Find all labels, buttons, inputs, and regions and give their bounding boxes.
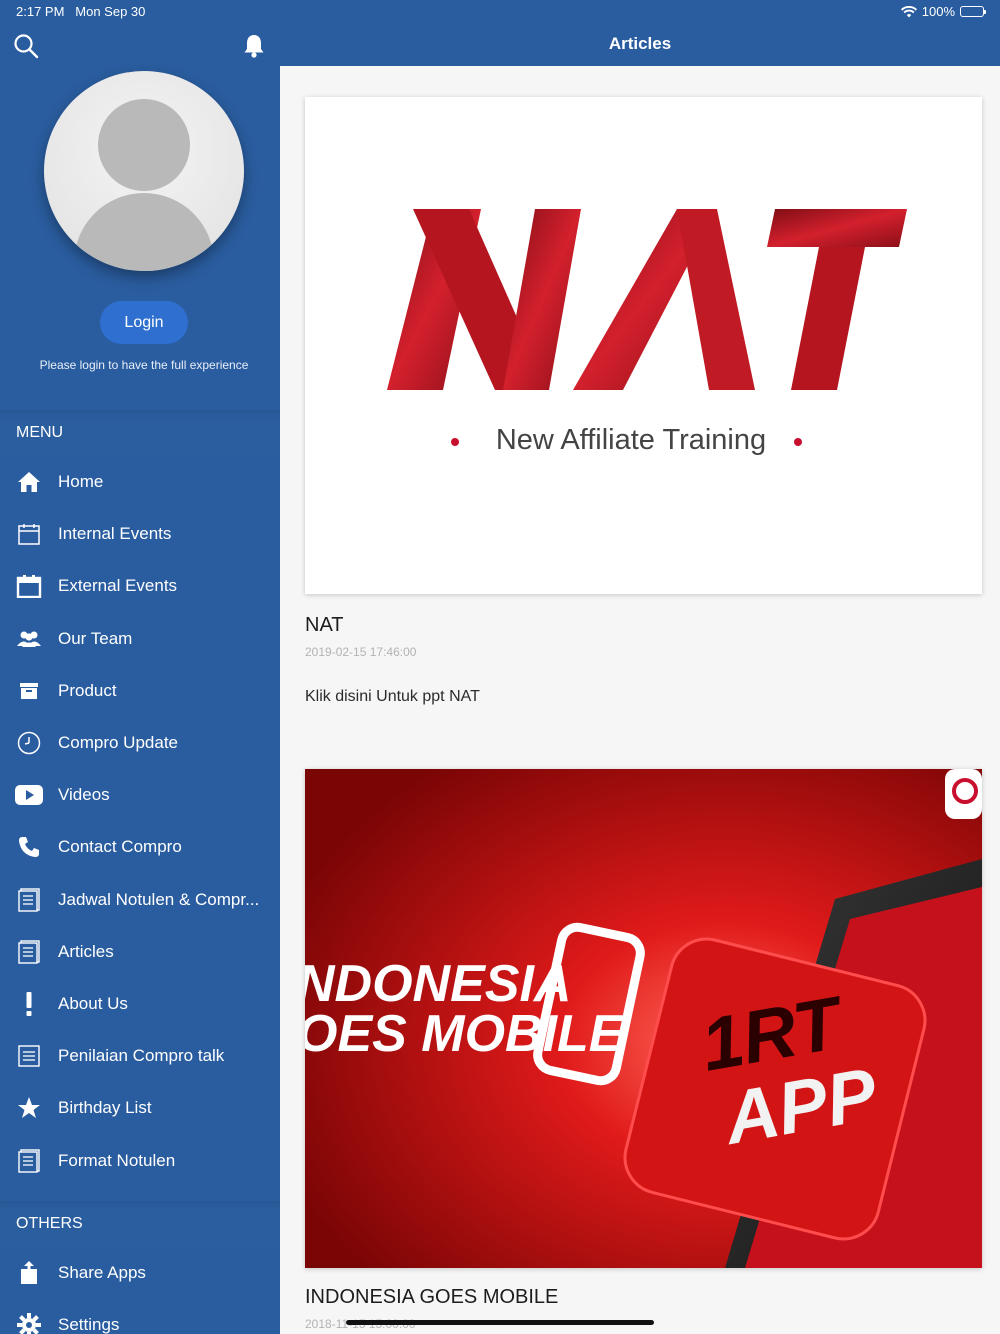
- sidebar-top-icons: [0, 24, 280, 66]
- sidebar-item-label: Articles: [58, 941, 114, 961]
- home-indicator[interactable]: [346, 1320, 654, 1325]
- sidebar-item-videos[interactable]: Videos: [0, 769, 280, 821]
- sidebar-item-compro-update[interactable]: Compro Update: [0, 717, 280, 769]
- phone-icon: [0, 821, 58, 873]
- sidebar-item-label: About Us: [58, 994, 128, 1013]
- archive-box-icon: [0, 665, 58, 717]
- document-icon: [0, 1135, 58, 1187]
- sidebar-item-label: Our Team: [58, 628, 133, 648]
- article-title[interactable]: INDONESIA GOES MOBILE: [305, 1286, 558, 1309]
- headline-line2-text: OES MOBILE: [305, 1005, 625, 1063]
- clock-icon: [0, 717, 58, 769]
- indonesia-goes-mobile-image: 1RT APP NDONESIA OES MOBILE: [305, 769, 982, 1268]
- others-section-header: OTHERS: [0, 1201, 280, 1247]
- article-image-nat[interactable]: New Affiliate Training: [305, 97, 982, 594]
- exclamation-icon: [0, 978, 58, 1030]
- avatar-head-shape: [98, 99, 190, 191]
- share-icon: [0, 1247, 58, 1299]
- list-icon: [0, 1030, 58, 1082]
- sidebar-item-penilaian-compro-talk[interactable]: Penilaian Compro talk: [0, 1030, 280, 1082]
- bell-icon[interactable]: [240, 32, 268, 60]
- sidebar-item-label: Videos: [58, 785, 110, 805]
- home-icon: [0, 456, 58, 508]
- sidebar-item-jadwal-notulen-compr[interactable]: Jadwal Notulen & Compr...: [0, 874, 280, 926]
- sidebar-item-internal-events[interactable]: Internal Events: [0, 508, 280, 560]
- nat-logo-image: New Affiliate Training: [387, 209, 907, 456]
- battery-percent: 100%: [921, 4, 955, 19]
- gear-icon: [0, 1299, 58, 1334]
- menu-section-header: MENU: [0, 410, 280, 456]
- article-image-indonesia-goes-mobile[interactable]: 1RT APP NDONESIA OES MOBILE: [305, 769, 982, 1268]
- sidebar-item-label: External Events: [58, 576, 178, 596]
- search-icon[interactable]: [12, 32, 40, 60]
- sidebar-item-label: Contact Compro: [58, 837, 182, 857]
- calendar-solid-icon: [0, 560, 58, 612]
- sidebar-item-contact-compro[interactable]: Contact Compro: [0, 821, 280, 873]
- status-bar: 2:17 PM Mon Sep 30 100%: [0, 0, 1000, 24]
- star-icon: [0, 1082, 58, 1134]
- team-icon: [0, 613, 58, 665]
- sidebar-item-settings[interactable]: Settings: [0, 1299, 280, 1334]
- status-time: 2:17 PM Mon Sep 30: [16, 4, 145, 19]
- login-button[interactable]: Login: [100, 301, 188, 344]
- document-icon: [0, 874, 58, 926]
- sidebar-item-label: Penilaian Compro talk: [58, 1046, 225, 1066]
- articles-list[interactable]: New Affiliate Training NAT 2019-02-15 17…: [280, 66, 1000, 1334]
- document-icon: [0, 926, 58, 978]
- play-icon: [0, 769, 58, 821]
- sidebar-item-articles[interactable]: Articles: [0, 926, 280, 978]
- article-date: 2019-02-15 17:46:00: [305, 645, 417, 659]
- status-date-text: Mon Sep 30: [75, 4, 146, 19]
- sidebar-item-home[interactable]: Home: [0, 456, 280, 508]
- sidebar-item-label: Format Notulen: [58, 1150, 176, 1170]
- nat-tagline-text: New Affiliate Training: [496, 424, 766, 456]
- sidebar-item-label: Share Apps: [58, 1263, 146, 1282]
- status-time-text: 2:17 PM: [16, 4, 65, 19]
- sidebar-item-label: Jadwal Notulen & Compr...: [58, 889, 260, 909]
- status-right: 100%: [900, 4, 986, 19]
- sidebar-item-product[interactable]: Product: [0, 665, 280, 717]
- sidebar-item-about-us[interactable]: About Us: [0, 978, 280, 1030]
- battery-icon: [960, 6, 986, 17]
- sidebar-item-our-team[interactable]: Our Team: [0, 613, 280, 665]
- sidebar-item-label: Product: [58, 680, 117, 700]
- sidebar-item-birthday-list[interactable]: Birthday List: [0, 1082, 280, 1134]
- login-hint: Please login to have the full experience: [39, 358, 249, 372]
- article-title[interactable]: NAT: [305, 614, 344, 637]
- sidebar-item-share-apps[interactable]: Share Apps: [0, 1247, 280, 1299]
- sidebar-item-format-notulen[interactable]: Format Notulen: [0, 1135, 280, 1187]
- page-title: Articles: [608, 34, 672, 53]
- sidebar-item-label: Home: [58, 472, 104, 491]
- sidebar-item-external-events[interactable]: External Events: [0, 560, 280, 612]
- sidebar: Login Please login to have the full expe…: [0, 0, 280, 1334]
- wifi-icon: [900, 5, 917, 17]
- avatar-body-shape: [74, 193, 214, 271]
- calendar-icon: [0, 508, 58, 560]
- sidebar-item-label: Compro Update: [58, 733, 179, 752]
- article-excerpt[interactable]: Klik disini Untuk ppt NAT: [305, 688, 480, 706]
- sidebar-item-label: Settings: [58, 1315, 120, 1334]
- avatar[interactable]: [44, 71, 244, 271]
- sidebar-item-label: Internal Events: [58, 524, 172, 544]
- sidebar-item-label: Birthday List: [58, 1098, 152, 1118]
